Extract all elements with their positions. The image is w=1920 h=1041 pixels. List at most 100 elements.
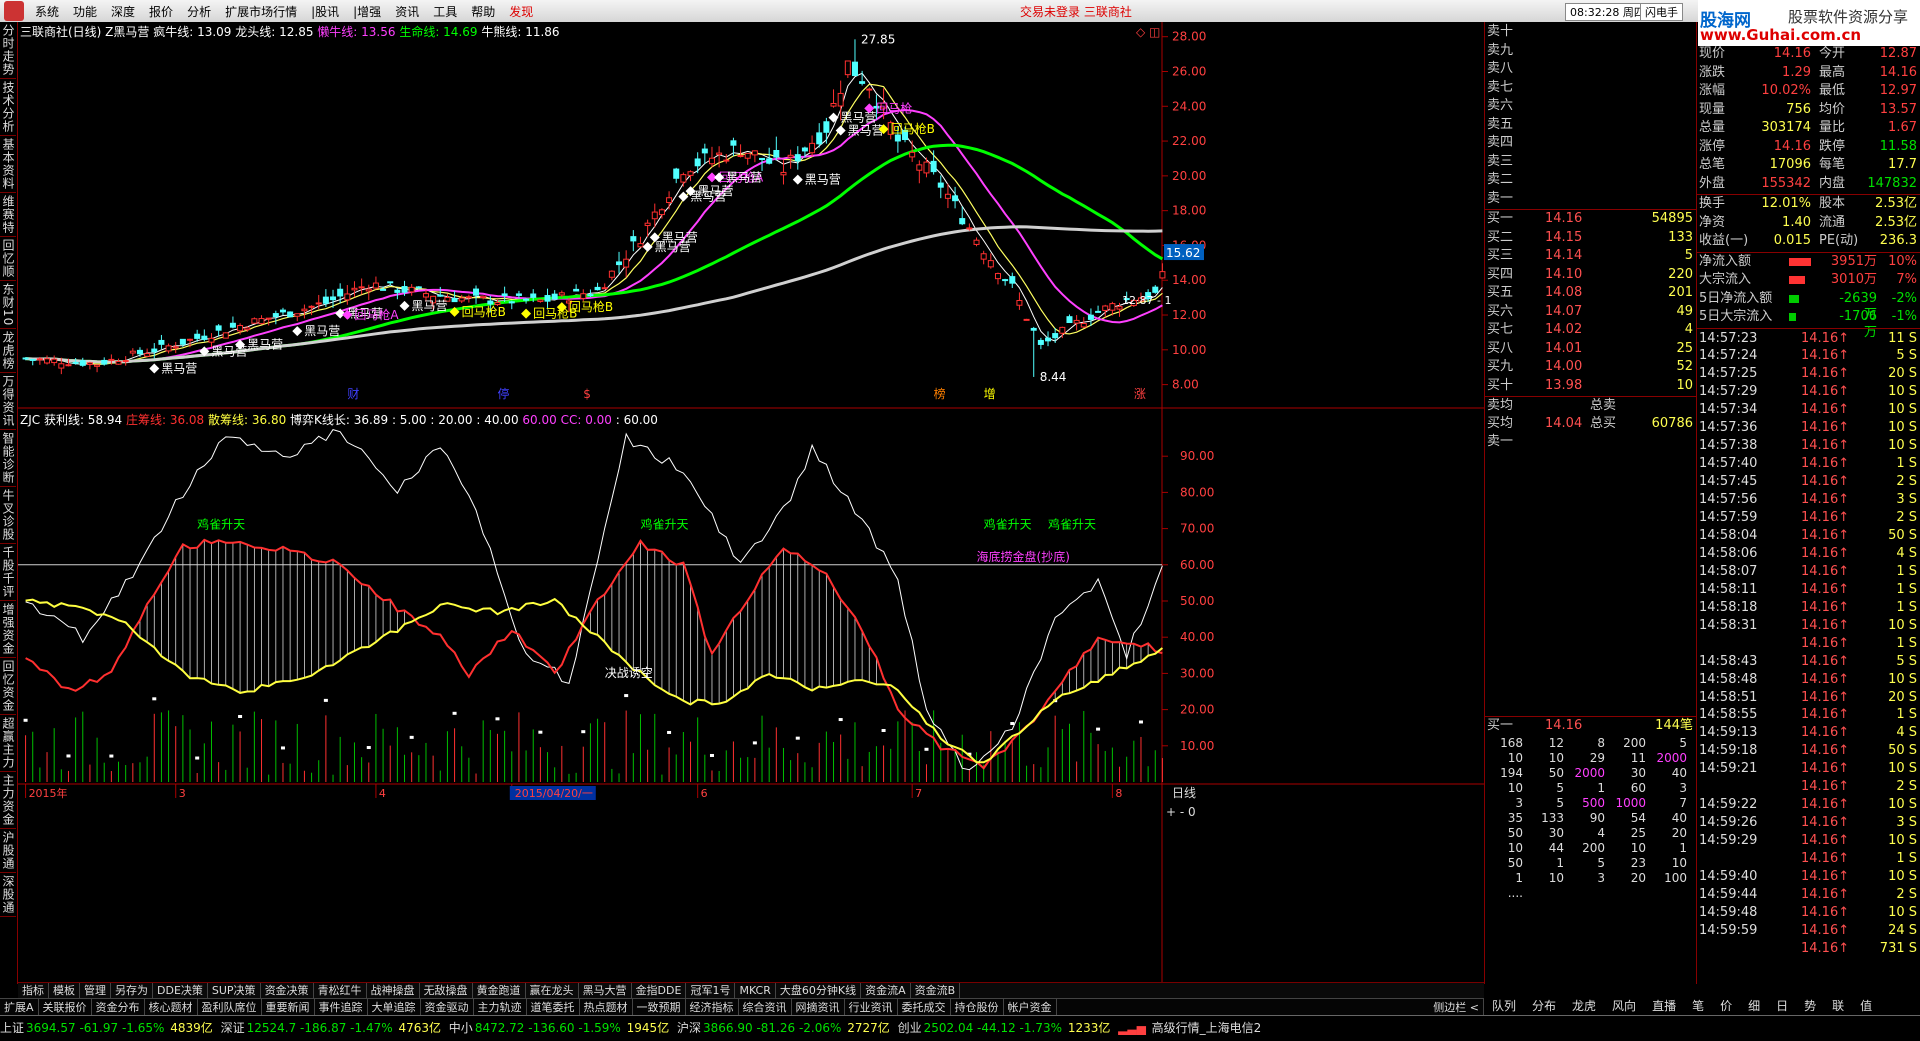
index-quote[interactable]: 中小 8472.72 -136.60 -1.59% 1945亿	[449, 1021, 675, 1035]
left-tab-8[interactable]: 智能诊断	[0, 430, 16, 488]
ask-row[interactable]: 卖四	[1485, 135, 1697, 151]
indicator-tab-16[interactable]: 大盘60分钟K线	[776, 983, 862, 998]
ext-tab-9[interactable]: 主力轨迹	[474, 999, 527, 1015]
left-tab-6[interactable]: 龙虎榜	[0, 329, 16, 374]
menu-item-1[interactable]: 功能	[66, 3, 104, 20]
menu-item-9[interactable]: 工具	[426, 3, 464, 20]
ext-tab-17[interactable]: 委托成交	[898, 999, 951, 1015]
bid-row[interactable]: 买一 14.16 54895	[1485, 211, 1697, 227]
indicator-tab-17[interactable]: 资金流A	[861, 983, 911, 998]
index-quote[interactable]: 创业 2502.04 -44.12 -1.73% 1233亿	[898, 1021, 1117, 1035]
ask-row[interactable]: 卖五	[1485, 117, 1697, 133]
bid-row[interactable]: 买十 13.98 10	[1485, 378, 1697, 394]
right-tab-5[interactable]: 笔	[1684, 998, 1712, 1015]
login-status[interactable]: 交易未登录 三联商社	[1020, 3, 1132, 20]
ask-row[interactable]: 卖九	[1485, 43, 1697, 59]
menu-item-8[interactable]: 资讯	[388, 3, 426, 20]
ext-tab-8[interactable]: 资金驱动	[421, 999, 474, 1015]
left-tab-16[interactable]: 深股通	[0, 873, 16, 918]
indicator-tab-4[interactable]: DDE决策	[153, 983, 208, 998]
indicator-tab-11[interactable]: 赢在龙头	[526, 983, 579, 998]
left-tab-14[interactable]: 主力资金	[0, 772, 16, 830]
indicator-tab-0[interactable]: 指标	[18, 983, 49, 998]
ext-tab-13[interactable]: 经济指标	[686, 999, 739, 1015]
left-tab-4[interactable]: 回忆顺	[0, 237, 16, 281]
ext-tab-2[interactable]: 资金分布	[92, 999, 145, 1015]
left-tab-15[interactable]: 沪股通	[0, 829, 16, 874]
left-tab-5[interactable]: 东财10	[0, 281, 16, 330]
menu-item-6[interactable]: |股讯	[304, 3, 346, 20]
bid-row[interactable]: 买九 14.00 52	[1485, 359, 1697, 375]
ext-tab-16[interactable]: 行业资讯	[845, 999, 898, 1015]
ext-tab-18[interactable]: 持仓股份	[951, 999, 1004, 1015]
ext-tab-15[interactable]: 网摘资讯	[792, 999, 845, 1015]
left-tab-2[interactable]: 基本资料	[0, 136, 16, 193]
left-tab-9[interactable]: 牛叉诊股	[0, 487, 16, 545]
ext-tab-4[interactable]: 盈利队席位	[198, 999, 262, 1015]
ext-tab-1[interactable]: 关联报价	[39, 999, 92, 1015]
indicator-tab-10[interactable]: 黄金跑道	[473, 983, 526, 998]
left-tab-7[interactable]: 万得资讯	[0, 373, 16, 431]
bid-row[interactable]: 买三 14.14 5	[1485, 248, 1697, 264]
server-name[interactable]: 高级行情_上海电信2	[1152, 1021, 1262, 1035]
bid-row[interactable]: 买七 14.02 4	[1485, 322, 1697, 338]
period-label[interactable]: 日线	[1172, 786, 1196, 800]
bid-row[interactable]: 买八 14.01 25	[1485, 341, 1697, 357]
menu-item-discover[interactable]: 发现	[502, 3, 540, 20]
index-quote[interactable]: 沪深 3866.90 -81.26 -2.06% 2727亿	[677, 1021, 896, 1035]
ask-row[interactable]: 卖八	[1485, 61, 1697, 77]
indicator-tab-15[interactable]: MKCR	[735, 983, 776, 998]
right-tab-8[interactable]: 日	[1768, 998, 1796, 1015]
ask-row[interactable]: 卖七	[1485, 80, 1697, 96]
ext-tab-6[interactable]: 事件追踪	[315, 999, 368, 1015]
indicator-tab-12[interactable]: 黑马大营	[579, 983, 632, 998]
left-tab-1[interactable]: 技术分析	[0, 79, 16, 136]
ask-row[interactable]: 卖二	[1485, 172, 1697, 188]
menu-item-10[interactable]: 帮助	[464, 3, 502, 20]
right-tab-7[interactable]: 细	[1740, 998, 1768, 1015]
index-quote[interactable]: 深证 12524.7 -186.87 -1.47% 4763亿	[221, 1021, 447, 1035]
left-tab-10[interactable]: 千股千评	[0, 544, 16, 602]
right-tab-1[interactable]: 分布	[1524, 998, 1564, 1015]
index-quote[interactable]: 上证 3694.57 -61.97 -1.65% 4839亿	[0, 1021, 219, 1035]
indicator-tab-6[interactable]: 资金决策	[261, 983, 314, 998]
ask-row[interactable]: 卖十	[1485, 24, 1697, 40]
menu-item-5[interactable]: 扩展市场行情	[218, 3, 304, 20]
indicator-tab-13[interactable]: 金指DDE	[632, 983, 687, 998]
right-tab-0[interactable]: 队列	[1484, 998, 1524, 1015]
chart-corner-icon[interactable]: ◇ ◫	[1136, 25, 1160, 39]
ext-tab-7[interactable]: 大单追踪	[368, 999, 421, 1015]
indicator-tab-8[interactable]: 战神操盘	[367, 983, 420, 998]
indicator-tab-5[interactable]: SUP决策	[208, 983, 261, 998]
menu-item-2[interactable]: 深度	[104, 3, 142, 20]
left-tab-0[interactable]: 分时走势	[0, 22, 16, 79]
indicator-tab-2[interactable]: 管理	[80, 983, 111, 998]
left-tab-3[interactable]: 维赛特	[0, 193, 16, 237]
ask-row[interactable]: 卖三	[1485, 154, 1697, 170]
left-tab-12[interactable]: 回忆资金	[0, 658, 16, 716]
right-tab-9[interactable]: 势	[1796, 998, 1824, 1015]
bid-row[interactable]: 买四 14.10 220	[1485, 267, 1697, 283]
right-tab-4[interactable]: 直播	[1644, 998, 1684, 1015]
left-tab-13[interactable]: 超赢主力	[0, 715, 16, 773]
menu-item-7[interactable]: |增强	[346, 3, 388, 20]
indicator-tab-1[interactable]: 模板	[49, 983, 80, 998]
ext-tab-0[interactable]: 扩展A	[0, 999, 39, 1015]
menu-item-4[interactable]: 分析	[180, 3, 218, 20]
right-tab-3[interactable]: 风向	[1604, 998, 1644, 1015]
ext-tab-19[interactable]: 帐户资金	[1004, 999, 1057, 1015]
ext-tab-10[interactable]: 道笔委托	[527, 999, 580, 1015]
right-tab-10[interactable]: 联	[1824, 998, 1852, 1015]
chart-area[interactable]: 8.0010.0012.0014.0016.0018.0020.0022.002…	[18, 22, 1484, 984]
menu-item-3[interactable]: 报价	[142, 3, 180, 20]
zoom-controls[interactable]: + - 0	[1166, 805, 1196, 819]
ext-tab-14[interactable]: 综合资讯	[739, 999, 792, 1015]
ext-tab-12[interactable]: 一致预期	[633, 999, 686, 1015]
bid-row[interactable]: 买二 14.15 133	[1485, 230, 1697, 246]
right-tab-6[interactable]: 价	[1712, 998, 1740, 1015]
left-tab-11[interactable]: 增强资金	[0, 601, 16, 659]
right-tab-2[interactable]: 龙虎	[1564, 998, 1604, 1015]
indicator-tab-18[interactable]: 资金流B	[911, 983, 961, 998]
ext-tab-5[interactable]: 重要新闻	[262, 999, 315, 1015]
indicator-tab-7[interactable]: 青松红牛	[314, 983, 367, 998]
